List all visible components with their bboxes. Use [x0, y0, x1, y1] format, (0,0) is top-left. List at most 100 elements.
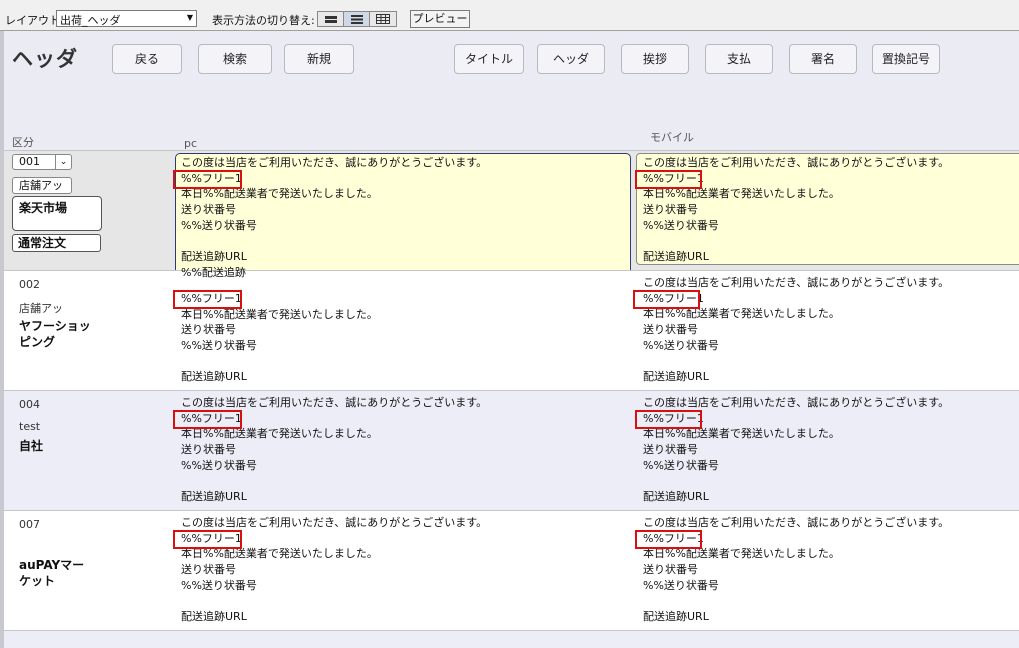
- view-list-button[interactable]: [344, 12, 370, 26]
- message-line: %%フリー1: [181, 292, 242, 305]
- payment-button[interactable]: 支払: [705, 44, 773, 74]
- message-line: [643, 473, 1013, 489]
- message-line: 配送追跡URL: [643, 370, 709, 384]
- free-placeholder-highlight: [173, 290, 242, 309]
- header-button[interactable]: ヘッダ: [537, 44, 605, 74]
- message-line: %%送り状番号: [181, 339, 257, 353]
- kubun-code: 004: [19, 398, 40, 411]
- message-line: [181, 473, 631, 489]
- message-line: 配送追跡URL: [643, 610, 709, 624]
- message-line: [643, 593, 1013, 609]
- column-header-pc: pc: [184, 137, 198, 150]
- view-mode-label: 表示方法の切り替え:: [212, 14, 315, 27]
- message-line: %%送り状番号: [643, 458, 719, 472]
- message-line: この度は当店をご利用いただき、誠にありがとうございます。: [643, 516, 950, 529]
- free-placeholder-highlight: [635, 409, 702, 429]
- kubun-code-value: 001: [19, 155, 40, 168]
- message-line: %%送り状番号: [181, 458, 257, 472]
- form-view-icon: [324, 15, 337, 23]
- message-line: 本日%%配送業者で発送いたしました。: [181, 427, 378, 441]
- message-line: 送り状番号: [643, 203, 698, 217]
- column-header-mobile: モバイル: [650, 131, 694, 144]
- message-line: %%フリー1: [181, 411, 242, 425]
- message-line: %%送り状番号: [643, 218, 719, 232]
- message-line: [643, 233, 1013, 249]
- store-field[interactable]: 店舗アッ: [12, 177, 72, 194]
- mall-name-field[interactable]: 楽天市場: [12, 196, 102, 231]
- title-button[interactable]: タイトル: [454, 44, 524, 74]
- message-line: %%送り状番号: [643, 578, 719, 592]
- pc-message-text[interactable]: この度は当店をご利用いただき、誠にありがとうございます。 %%フリー1 本日%%配送…: [173, 515, 631, 625]
- message-line: 配送追跡URL: [643, 250, 709, 264]
- kubun-code: 002: [19, 278, 40, 291]
- back-button[interactable]: 戻る: [112, 44, 182, 74]
- view-form-button[interactable]: [318, 12, 344, 26]
- free-placeholder-highlight: [173, 409, 242, 429]
- chevron-down-icon: ▼: [186, 13, 193, 22]
- kubun-code: 007: [19, 518, 40, 531]
- message-line: %%送り状番号: [181, 578, 257, 592]
- mall-name: ヤフーショッピング: [19, 319, 91, 349]
- message-line: %%送り状番号: [643, 338, 719, 352]
- free-placeholder-highlight: [173, 529, 242, 549]
- free-placeholder-highlight: [635, 169, 702, 189]
- message-line: 送り状番号: [643, 443, 698, 457]
- message-line: 送り状番号: [643, 563, 698, 577]
- kubun-code-select[interactable]: 001 ⌄: [12, 154, 72, 170]
- message-line: 本日%%配送業者で発送いたしました。: [643, 307, 840, 321]
- message-line: この度は当店をご利用いただき、誠にありがとうございます。: [181, 396, 488, 409]
- layout-select[interactable]: 出荷_ヘッダ ▼: [56, 10, 197, 27]
- row-divider: [4, 630, 1019, 631]
- store-label: test: [19, 420, 41, 433]
- message-line: [181, 354, 631, 370]
- message-line: 本日%%配送業者で発送いたしました。: [643, 187, 840, 201]
- view-mode-switch: [317, 11, 397, 27]
- message-line: [181, 593, 631, 609]
- message-line: 送り状番号: [181, 203, 236, 217]
- view-table-button[interactable]: [370, 12, 396, 26]
- replace-symbols-button[interactable]: 置換記号: [872, 44, 940, 74]
- message-line: 本日%%配送業者で発送いたしました。: [643, 427, 840, 441]
- message-line: この度は当店をご利用いただき、誠にありがとうございます。: [181, 156, 488, 169]
- free-placeholder-highlight: [173, 169, 242, 189]
- message-line: この度は当店をご利用いただき、誠にありがとうございます。: [181, 516, 488, 529]
- pc-message-text[interactable]: この度は当店をご利用いただき、誠にありがとうございます。 %%フリー1 本日%%配送…: [173, 395, 631, 505]
- chevron-down-icon: ⌄: [55, 155, 71, 169]
- message-line: %%送り状番号: [181, 218, 257, 232]
- message-line: [181, 233, 631, 249]
- mall-name: 自社: [19, 439, 44, 453]
- greeting-button[interactable]: 挨拶: [621, 44, 689, 74]
- pc-message-text[interactable]: この度は当店をご利用いただき、誠にありがとうございます。 %%フリー1 本日%%配送…: [173, 155, 631, 281]
- message-line: 配送追跡URL: [181, 490, 247, 504]
- new-button[interactable]: 新規: [284, 44, 354, 74]
- message-line: [643, 353, 1013, 369]
- search-button[interactable]: 検索: [198, 44, 272, 74]
- message-line: %%フリー1: [181, 171, 242, 185]
- row-divider: [4, 150, 1019, 151]
- message-line: 配送追跡URL: [181, 370, 247, 384]
- message-line: 本日%%配送業者で発送いたしました。: [181, 187, 378, 201]
- preview-button[interactable]: プレビュー: [410, 10, 470, 28]
- page-title: ヘッダ: [12, 47, 78, 71]
- message-line: 配送追跡URL: [181, 250, 247, 264]
- message-line: この度は当店をご利用いただき、誠にありがとうございます。: [643, 156, 950, 169]
- layout-header: ヘッダ 戻る 検索 新規 タイトル ヘッダ 挨拶 支払 署名 置換記号 区分 p…: [0, 31, 1019, 150]
- message-line: %%フリー1: [181, 531, 242, 545]
- mobile-message-text[interactable]: この度は当店をご利用いただき、誠にありがとうございます。 %%フリー1 本日%%配送…: [633, 275, 1013, 385]
- mobile-message-text[interactable]: この度は当店をご利用いただき、誠にありがとうございます。 %%フリー1 本日%%配送…: [635, 395, 1013, 505]
- mobile-message-text[interactable]: この度は当店をご利用いただき、誠にありがとうございます。 %%フリー1 本日%%配送…: [635, 155, 1013, 265]
- message-line: 送り状番号: [643, 323, 698, 337]
- message-line: 本日%%配送業者で発送いたしました。: [181, 307, 378, 321]
- layout-label: レイアウト:: [5, 14, 64, 27]
- mall-name: auPAYマーケット: [19, 558, 85, 588]
- message-line: 送り状番号: [181, 563, 236, 577]
- message-line: この度は当店をご利用いただき、誠にありがとうございます。: [643, 396, 950, 409]
- signature-button[interactable]: 署名: [789, 44, 857, 74]
- free-placeholder-highlight: [633, 289, 700, 309]
- table-row-empty[interactable]: [0, 630, 1019, 648]
- mobile-message-text[interactable]: この度は当店をご利用いただき、誠にありがとうございます。 %%フリー1 本日%%配送…: [635, 515, 1013, 625]
- free-placeholder-highlight: [635, 529, 702, 549]
- row-divider: [4, 510, 1019, 511]
- pc-message-text[interactable]: %%フリー1 本日%%配送業者で発送いたしました。 送り状番号 %%送り状番号 配送追跡…: [173, 290, 631, 385]
- order-type-field[interactable]: 通常注文: [12, 234, 101, 252]
